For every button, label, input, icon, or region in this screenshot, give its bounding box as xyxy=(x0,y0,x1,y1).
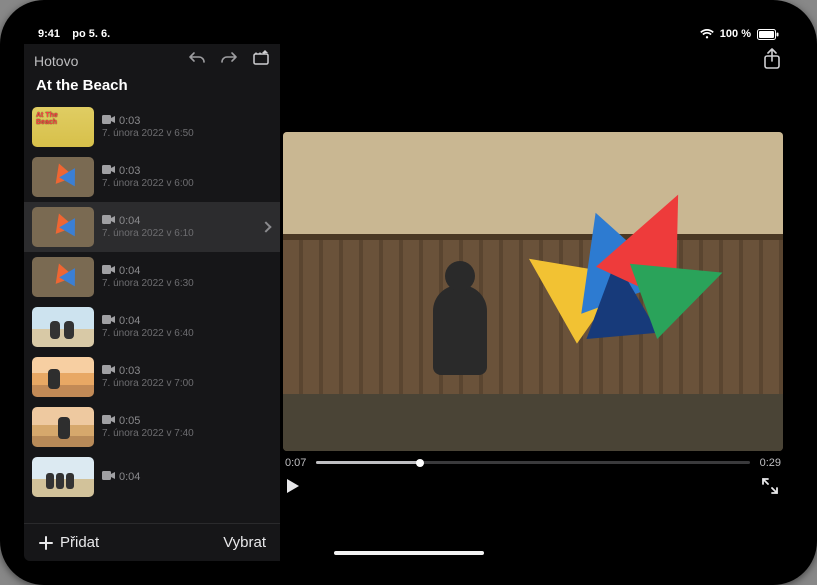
clip-row[interactable]: 0:047. února 2022 v 6:30 xyxy=(24,252,280,302)
undo-button[interactable] xyxy=(188,51,206,70)
scrubber-track[interactable] xyxy=(316,461,749,464)
project-settings-button[interactable] xyxy=(252,50,270,71)
clip-timestamp: 7. února 2022 v 7:40 xyxy=(102,428,194,439)
video-icon xyxy=(102,115,115,127)
preview-area: 0:07 0:29 xyxy=(281,78,793,561)
status-left: 9:41 po 5. 6. xyxy=(38,28,110,40)
select-button[interactable]: Vybrat xyxy=(223,534,266,551)
add-label: Přidat xyxy=(60,534,99,551)
clip-row[interactable]: 0:047. února 2022 v 6:40 xyxy=(24,302,280,352)
play-button[interactable] xyxy=(287,479,299,493)
clip-timestamp: 7. února 2022 v 6:00 xyxy=(102,178,194,189)
sidebar: Hotovo xyxy=(24,44,281,561)
video-icon xyxy=(102,415,115,427)
clip-row[interactable]: 0:037. února 2022 v 6:00 xyxy=(24,152,280,202)
clip-thumbnail xyxy=(32,157,94,197)
clip-row[interactable]: 0:037. února 2022 v 7:00 xyxy=(24,352,280,402)
clip-timestamp: 7. února 2022 v 6:30 xyxy=(102,278,194,289)
player-controls xyxy=(283,471,783,503)
clip-duration: 0:04 xyxy=(119,215,140,227)
clip-thumbnail xyxy=(32,207,94,247)
project-title: At the Beach xyxy=(24,73,280,102)
scrubber-bar: 0:07 0:29 xyxy=(283,451,783,471)
video-icon xyxy=(102,365,115,377)
time-current: 0:07 xyxy=(285,457,306,469)
ipad-device: 9:41 po 5. 6. 100 % xyxy=(0,0,817,585)
clip-duration: 0:04 xyxy=(119,265,140,277)
bezel: 9:41 po 5. 6. 100 % xyxy=(10,10,807,575)
status-bar: 9:41 po 5. 6. 100 % xyxy=(24,24,793,44)
scrubber-knob[interactable] xyxy=(416,459,424,467)
clip-duration: 0:04 xyxy=(119,471,140,483)
clip-row[interactable]: 0:047. února 2022 v 6:10 xyxy=(24,202,280,252)
video-icon xyxy=(102,265,115,277)
home-indicator[interactable] xyxy=(334,551,484,555)
clip-thumbnail xyxy=(32,457,94,497)
clip-duration: 0:05 xyxy=(119,415,140,427)
share-button[interactable] xyxy=(763,48,781,75)
clip-duration: 0:03 xyxy=(119,365,140,377)
clip-row[interactable]: At The Beach 0:037. února 2022 v 6:50 xyxy=(24,102,280,152)
app-content: Hotovo xyxy=(24,44,793,561)
video-icon xyxy=(102,471,115,483)
clip-timestamp: 7. února 2022 v 6:10 xyxy=(102,228,194,239)
video-icon xyxy=(102,215,115,227)
clip-timestamp: 7. února 2022 v 6:40 xyxy=(102,328,194,339)
done-button[interactable]: Hotovo xyxy=(34,53,78,69)
video-icon xyxy=(102,165,115,177)
clip-row[interactable]: 0:057. února 2022 v 7:40 xyxy=(24,402,280,452)
clip-thumbnail xyxy=(32,307,94,347)
clip-thumbnail: At The Beach xyxy=(32,107,94,147)
battery-text: 100 % xyxy=(720,28,751,40)
video-icon xyxy=(102,315,115,327)
status-date: po 5. 6. xyxy=(72,28,110,40)
clip-duration: 0:04 xyxy=(119,315,140,327)
clip-list[interactable]: At The Beach0:037. února 2022 v 6:500:03… xyxy=(24,102,280,523)
main-panel: 0:07 0:29 xyxy=(281,44,793,561)
clip-row[interactable]: 0:04 xyxy=(24,452,280,502)
clip-timestamp: 7. února 2022 v 7:00 xyxy=(102,378,194,389)
battery-icon xyxy=(757,29,779,40)
video-preview[interactable] xyxy=(283,132,783,451)
status-time: 9:41 xyxy=(38,28,60,40)
screen: 9:41 po 5. 6. 100 % xyxy=(24,24,793,561)
clip-duration: 0:03 xyxy=(119,115,140,127)
wifi-icon xyxy=(700,29,714,39)
sidebar-toolbar: Hotovo xyxy=(24,44,280,73)
sidebar-bottom-bar: Přidat Vybrat xyxy=(24,523,280,561)
clip-thumbnail xyxy=(32,357,94,397)
redo-button[interactable] xyxy=(220,51,238,70)
status-right: 100 % xyxy=(700,28,779,40)
main-toolbar xyxy=(281,44,793,78)
clip-timestamp: 7. února 2022 v 6:50 xyxy=(102,128,194,139)
add-button[interactable]: Přidat xyxy=(38,534,99,551)
clip-duration: 0:03 xyxy=(119,165,140,177)
fullscreen-button[interactable] xyxy=(761,477,779,495)
clip-thumbnail xyxy=(32,257,94,297)
clip-thumbnail xyxy=(32,407,94,447)
time-total: 0:29 xyxy=(760,457,781,469)
